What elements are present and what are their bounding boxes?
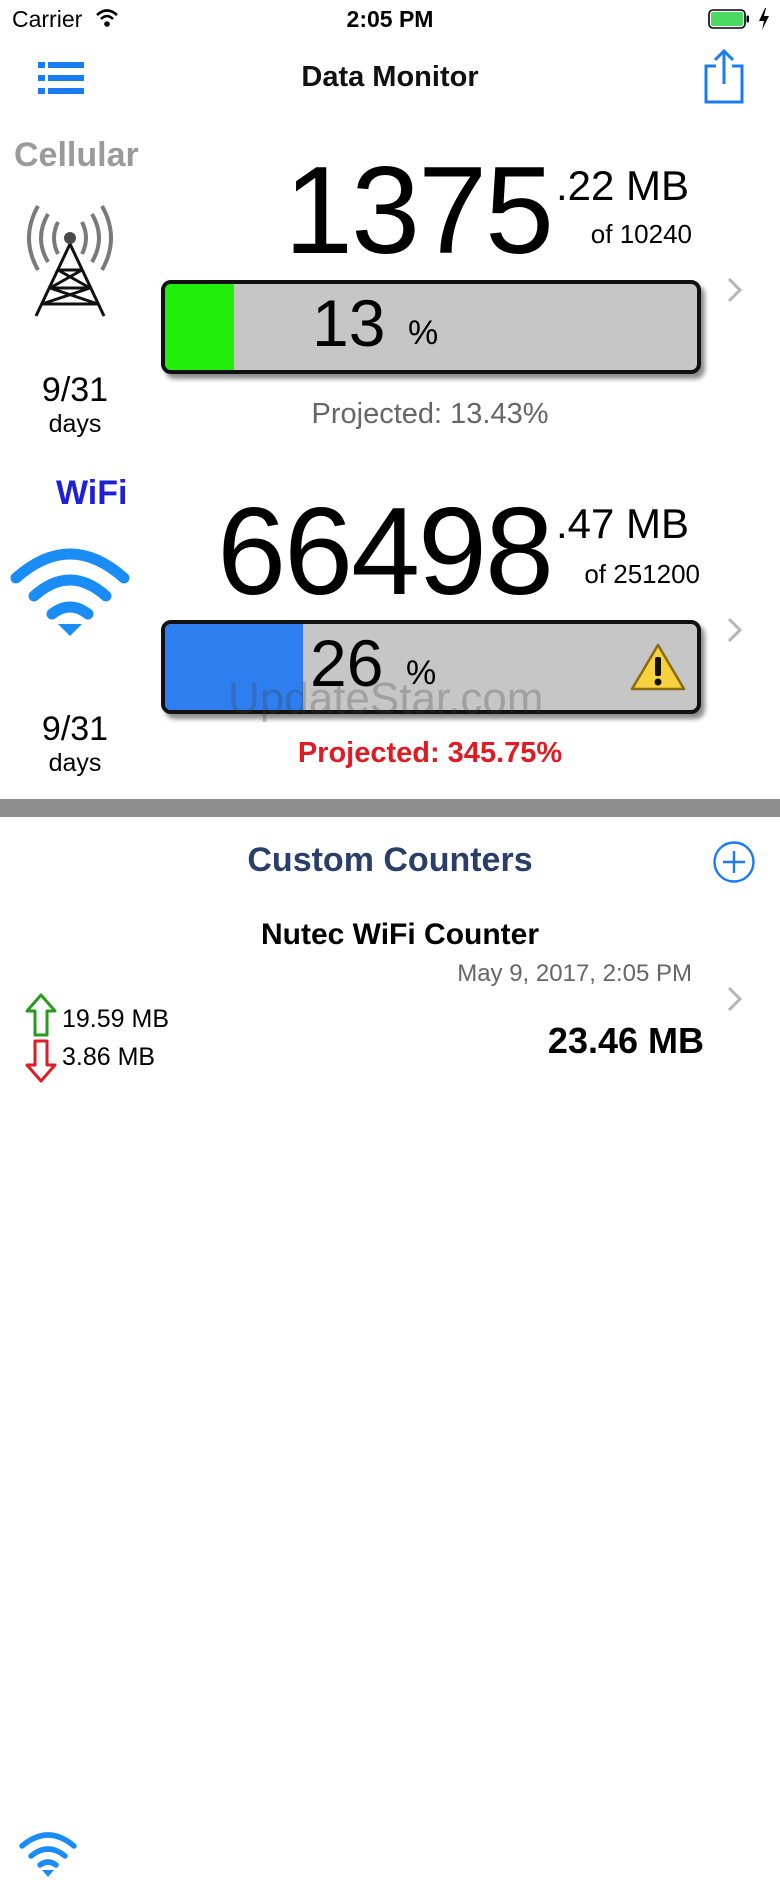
cellular-chevron-right-icon[interactable] xyxy=(726,276,744,304)
wifi-usage-whole: 66498 xyxy=(217,483,554,621)
upload-arrow-icon xyxy=(25,993,57,1037)
wifi-chevron-right-icon[interactable] xyxy=(726,616,744,644)
page-title: Data Monitor xyxy=(301,61,479,93)
cellular-percent-sign: % xyxy=(408,314,439,352)
counter-total: 23.46 MB xyxy=(547,1020,704,1061)
custom-counters-title: Custom Counters xyxy=(247,841,533,879)
wifi-usage-fill xyxy=(165,624,304,710)
wifi-icon xyxy=(10,548,130,636)
wifi-usage-decimal: .47 MB xyxy=(556,500,690,547)
cellular-usage-bar[interactable]: 13 % xyxy=(161,280,701,374)
wifi-plan-total: of 251200 xyxy=(584,559,700,589)
cellular-days-unit: days xyxy=(48,410,102,438)
section-divider xyxy=(0,799,780,817)
cellular-plan-total: of 10240 xyxy=(590,219,692,249)
counter-chevron-right-icon[interactable] xyxy=(726,985,744,1013)
wifi-usage-bar[interactable]: 26 % xyxy=(161,620,701,714)
cellular-usage-decimal: .22 MB xyxy=(556,162,690,209)
wifi-percent: 26 xyxy=(310,626,384,700)
wifi-label: WiFi xyxy=(56,474,128,512)
charging-bolt-icon xyxy=(759,8,769,30)
cellular-usage-whole: 1375 xyxy=(284,142,554,280)
counter-date: May 9, 2017, 2:05 PM xyxy=(457,960,692,987)
counter-wifi-icon xyxy=(19,1832,77,1877)
cellular-usage-fill xyxy=(165,284,235,370)
share-icon xyxy=(704,48,744,104)
wifi-days-count: 9/31 xyxy=(41,710,109,748)
cellular-days-count: 9/31 xyxy=(41,371,109,409)
cellular-percent: 13 xyxy=(312,286,386,360)
wifi-percent-sign: % xyxy=(406,654,437,692)
upload-value: 19.59 MB xyxy=(62,1005,170,1033)
cellular-label: Cellular xyxy=(14,136,139,174)
status-time: 2:05 PM xyxy=(346,6,434,32)
battery-icon xyxy=(708,9,750,29)
plus-circle-icon xyxy=(713,841,755,883)
download-value: 3.86 MB xyxy=(62,1043,156,1071)
wifi-projected: Projected: 345.75% xyxy=(297,737,563,769)
counter-name: Nutec WiFi Counter xyxy=(260,918,540,951)
cell-tower-icon xyxy=(27,205,113,317)
download-arrow-icon xyxy=(25,1039,57,1083)
share-button[interactable] xyxy=(702,48,746,104)
add-counter-button[interactable] xyxy=(712,840,756,884)
wifi-days-unit: days xyxy=(48,749,102,777)
cellular-projected: Projected: 13.43% xyxy=(311,398,549,430)
warning-icon xyxy=(630,643,686,691)
status-bar: Carrier 2:05 PM xyxy=(0,0,780,40)
